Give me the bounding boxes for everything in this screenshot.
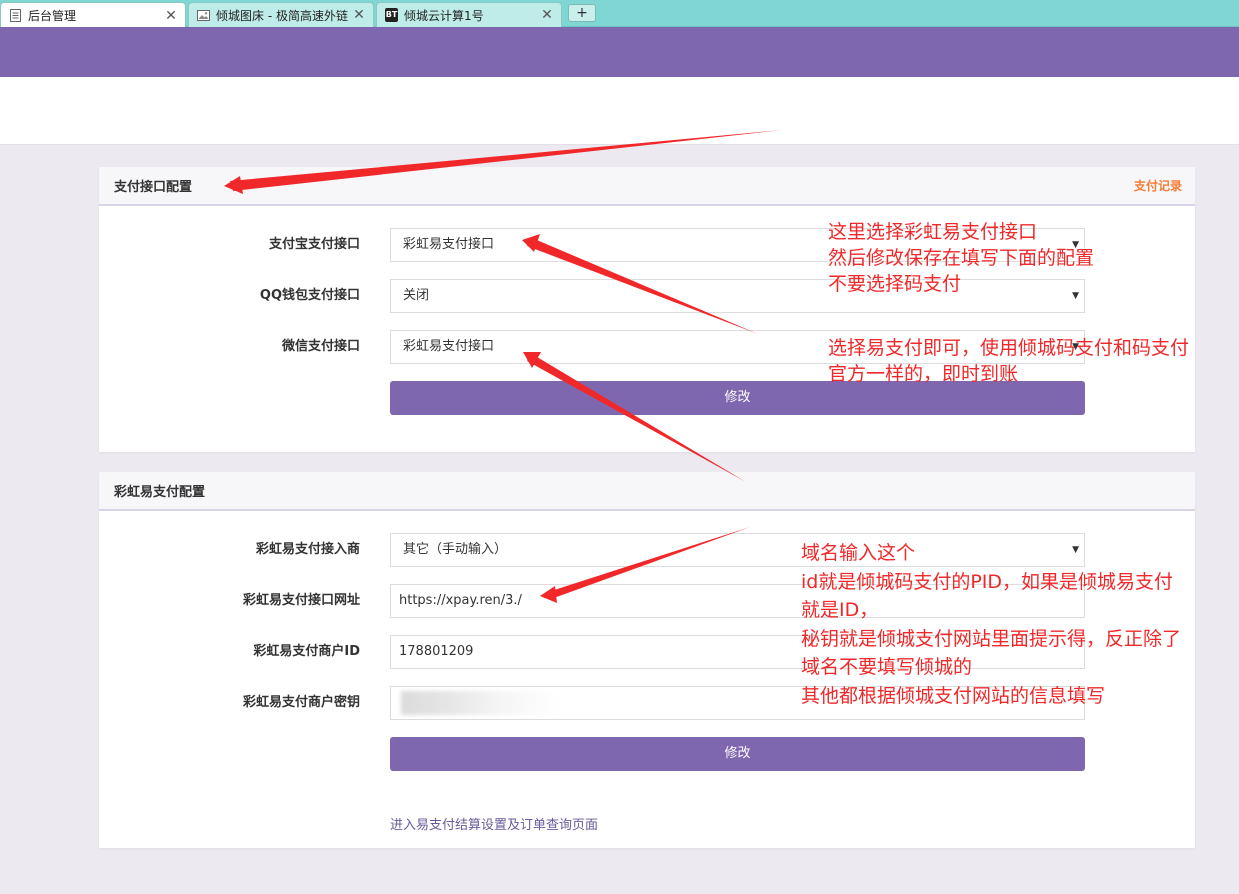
alipay-label: 支付宝支付接口 [268,237,360,252]
tab-image-host[interactable]: 倾城图床 - 极简高速外链 ✕ [188,2,374,27]
blurred-secret [401,691,561,715]
bt-icon: BT [385,8,398,22]
annotation-line: 选择易支付即可，使用倾城码支付和码支付 [828,337,1190,359]
panel-heading: 支付接口配置 支付记录 [99,167,1195,206]
bt-badge: BT [385,8,398,22]
annotation-note-3: 域名输入这个 id就是倾城码支付的PID，如果是倾城易支付 就是ID， 秘钥就是… [801,539,1181,710]
close-icon[interactable]: ✕ [163,8,179,24]
annotation-line: id就是倾城码支付的PID，如果是倾城易支付 [801,570,1174,593]
save-epay-button[interactable]: 修改 [390,737,1085,771]
select-value: 彩虹易支付接口 [403,339,495,354]
top-navbar [0,27,1239,77]
annotation-line: 这里选择彩虹易支付接口 [828,221,1038,243]
close-icon[interactable]: ✕ [351,7,367,23]
tab-title: 倾城云计算1号 [404,8,484,23]
api-url-label: 彩虹易支付接口网址 [242,593,360,608]
annotation-line: 不要选择码支付 [828,273,962,295]
panel-title: 支付接口配置 [114,180,193,195]
annotation-note-2: 选择易支付即可，使用倾城码支付和码支付 官方一样的，即时到账 [828,335,1189,387]
panel-title: 彩虹易支付配置 [114,485,206,500]
provider-label: 彩虹易支付接入商 [255,542,360,557]
annotation-line: 域名输入这个 [801,542,916,564]
tab-title: 倾城图床 - 极简高速外链 [216,8,348,23]
epay-settlement-link[interactable]: 进入易支付结算设置及订单查询页面 [390,814,598,833]
browser-tab-bar: 后台管理 ✕ 倾城图床 - 极简高速外链 ✕ BT 倾城云计算1号 ✕ + [0,0,1239,28]
tab-cloud[interactable]: BT 倾城云计算1号 ✕ [376,2,562,27]
payment-interface-panel: 支付接口配置 支付记录 支付宝支付接口 彩虹易支付接口 ▼ QQ钱包支付接口 关… [99,167,1195,452]
wechat-label: 微信支付接口 [281,339,360,354]
content-header [0,77,1239,145]
annotation-note-1: 这里选择彩虹易支付接口 然后修改保存在填写下面的配置 不要选择码支付 [828,219,1094,297]
annotation-line: 官方一样的，即时到账 [828,363,1019,385]
annotation-line: 其他都根据倾城支付网站的信息填写 [801,684,1106,707]
annotation-line: 然后修改保存在填写下面的配置 [828,247,1095,269]
annotation-line: 就是ID， [801,599,879,621]
image-icon [197,9,210,22]
merchant-key-label: 彩虹易支付商户密钥 [242,695,360,710]
document-icon [9,9,22,22]
close-icon[interactable]: ✕ [539,7,555,23]
panel-heading: 彩虹易支付配置 [99,472,1195,511]
qqwallet-label: QQ钱包支付接口 [259,288,360,303]
new-tab-button[interactable]: + [568,4,596,22]
payment-records-link[interactable]: 支付记录 [1134,177,1182,194]
tab-admin[interactable]: 后台管理 ✕ [0,2,186,28]
merchant-id-label: 彩虹易支付商户ID [253,644,360,659]
annotation-line: 秘钥就是倾城支付网站里面提示得，反正除了 [801,627,1182,650]
tab-title: 后台管理 [28,9,77,23]
select-value: 其它（手动输入） [403,542,508,557]
select-value: 关闭 [403,288,430,303]
select-value: 彩虹易支付接口 [403,237,495,252]
annotation-line: 域名不要填写倾城的 [801,656,973,678]
